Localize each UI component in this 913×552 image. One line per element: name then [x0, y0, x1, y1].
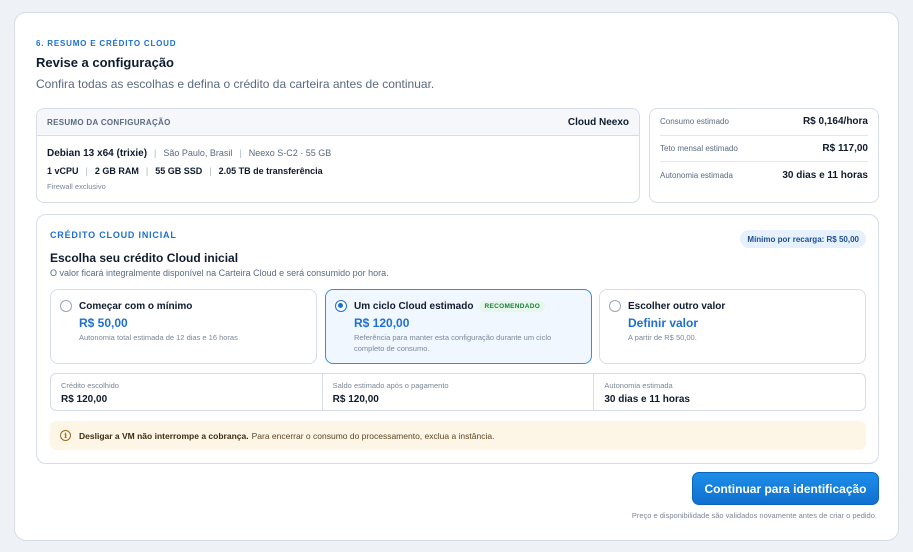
footnote: Preço e disponibilidade são validados no… [631, 511, 877, 520]
cost-metrics: Consumo estimado R$ 0,164/hora Teto mens… [649, 108, 879, 203]
credit-section: CRÉDITO CLOUD INICIAL Mínimo por recarga… [36, 214, 879, 464]
info-icon: i [60, 430, 71, 441]
option-name: Escolher outro valor [628, 301, 725, 312]
radio-button[interactable] [60, 300, 72, 312]
credit-option-cycle[interactable]: Um ciclo Cloud estimado RECOMENDADO R$ 1… [325, 289, 592, 364]
option-description: Autonomia total estimada de 12 dias e 16… [79, 333, 238, 342]
option-name-text: Começar com o mínimo [79, 301, 193, 312]
notice-bold: Desligar a VM não interrompe a cobrança. [79, 430, 249, 441]
divider: | [154, 148, 157, 158]
credit-eyebrow: CRÉDITO CLOUD INICIAL [50, 230, 177, 240]
credit-title: Escolha seu crédito Cloud inicial [50, 251, 239, 265]
summary-firewall: Firewall exclusivo [47, 182, 106, 191]
summary-provider: Cloud Neexo [567, 116, 629, 128]
page-subtitle: Confira todas as escolhas e defina o cré… [36, 77, 435, 91]
divider: | [85, 166, 88, 176]
minimum-recharge-badge: Mínimo por recarga: R$ 50,00 [740, 230, 866, 248]
option-name: Começar com o mínimo [79, 301, 192, 312]
recommended-badge: RECOMENDADO [479, 301, 546, 312]
stat-cell: Saldo estimado após o pagamento R$ 120,0… [323, 374, 595, 410]
divider: | [145, 166, 149, 176]
metric-label: Consumo estimado [660, 117, 729, 127]
stat-label: Autonomia estimada [604, 381, 673, 390]
metric-row: Autonomia estimada 30 dias e 11 horas [660, 162, 868, 189]
summary-ssd: 55 GB SSD [155, 166, 203, 176]
summary-location: São Paulo, Brasil [163, 148, 233, 158]
option-value: R$ 50,00 [79, 316, 128, 330]
stat-label: Crédito escolhido [61, 381, 119, 390]
stat-label: Saldo estimado após o pagamento [332, 381, 449, 390]
credit-stats: Crédito escolhido R$ 120,00 Saldo estima… [50, 373, 866, 411]
option-description: Referência para manter esta configuração… [354, 333, 552, 353]
page-title: Revise a configuração [36, 55, 174, 70]
stat-cell: Crédito escolhido R$ 120,00 [51, 374, 323, 410]
stat-value: R$ 120,00 [332, 394, 379, 405]
stat-value: 30 dias e 11 horas [604, 394, 690, 405]
radio-button-selected[interactable] [335, 300, 347, 312]
metric-row: Teto mensal estimado R$ 117,00 [660, 136, 868, 162]
stat-value: R$ 120,00 [61, 394, 108, 405]
radio-button[interactable] [609, 300, 621, 312]
summary-label: RESUMO DA CONFIGURAÇÃO [47, 117, 171, 127]
metric-label: Autonomia estimada [660, 170, 733, 180]
summary-ram: 2 GB RAM [94, 166, 139, 176]
summary-plan: Neexo S-C2 · 55 GB [248, 148, 332, 158]
summary-vcpu: 1 vCPU [47, 166, 79, 176]
summary-header: RESUMO DA CONFIGURAÇÃO Cloud Neexo [37, 109, 639, 136]
credit-option-custom[interactable]: Escolher outro valor Definir valor A par… [599, 289, 866, 364]
metric-value: R$ 117,00 [822, 142, 868, 154]
option-value: R$ 120,00 [354, 316, 410, 330]
metric-row: Consumo estimado R$ 0,164/hora [660, 109, 868, 136]
configuration-summary: RESUMO DA CONFIGURAÇÃO Cloud Neexo Debia… [36, 108, 640, 203]
stat-cell: Autonomia estimada 30 dias e 11 horas [594, 374, 865, 410]
divider: | [239, 148, 242, 158]
option-description: A partir de R$ 50,00. [628, 333, 697, 342]
summary-transfer: 2.05 TB de transferência [218, 166, 323, 176]
option-value: Definir valor [628, 316, 699, 330]
notice-text: Para encerrar o consumo do processamento… [251, 430, 495, 441]
credit-option-minimum[interactable]: Começar com o mínimo R$ 50,00 Autonomia … [50, 289, 317, 364]
divider: | [209, 166, 212, 176]
step-label: 6. RESUMO E CRÉDITO CLOUD [36, 39, 177, 48]
option-name-text: Escolher outro valor [628, 301, 726, 312]
option-name: Um ciclo Cloud estimado RECOMENDADO [354, 301, 546, 312]
review-card: 6. RESUMO E CRÉDITO CLOUD Revise a confi… [14, 12, 899, 541]
credit-subtitle: O valor ficará integralmente disponível … [50, 268, 389, 278]
option-name-text: Um ciclo Cloud estimado [354, 301, 474, 312]
metric-value: R$ 0,164/hora [802, 116, 868, 128]
continue-button[interactable]: Continuar para identificação [692, 472, 879, 505]
summary-os: Debian 13 x64 (trixie) [47, 147, 148, 159]
metric-label: Teto mensal estimado [660, 143, 738, 153]
metric-value: 30 dias e 11 horas [782, 169, 868, 181]
billing-notice: i Desligar a VM não interrompe a cobranç… [50, 421, 866, 450]
